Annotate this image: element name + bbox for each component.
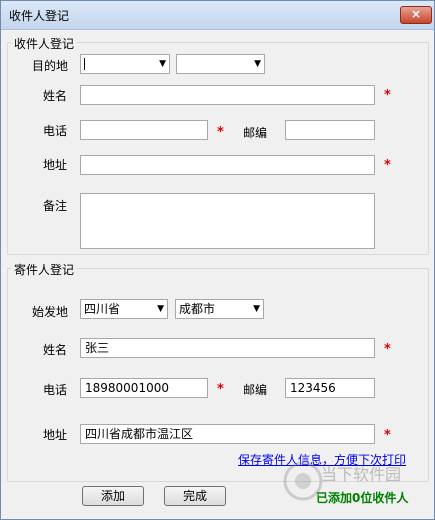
sender-address-input[interactable]: 四川省成都市温江区 <box>80 424 375 444</box>
recipient-note-label: 备注 <box>43 199 68 213</box>
recipient-address-label: 地址 <box>43 158 68 172</box>
required-mark: * <box>217 125 224 140</box>
title-bar[interactable]: 收件人登记 × <box>1 1 434 30</box>
required-mark: * <box>384 428 391 443</box>
recipient-group-label: 收件人登记 <box>11 35 78 52</box>
recipient-zip-input[interactable] <box>285 120 375 140</box>
close-icon[interactable]: × <box>400 6 432 24</box>
recipient-province-select[interactable]: ▼ <box>80 54 170 74</box>
recipient-city-select[interactable]: ▼ <box>176 54 265 74</box>
sender-name-input[interactable]: 张三 <box>80 338 375 358</box>
recipient-note-textarea[interactable] <box>80 193 375 249</box>
watermark-text: 当下软件园 <box>321 465 402 484</box>
recipient-zip-label: 邮编 <box>243 126 268 140</box>
chevron-down-icon[interactable]: ▼ <box>254 57 261 71</box>
sender-city-select[interactable]: 成都市 ▼ <box>175 299 264 319</box>
text-caret <box>84 58 85 70</box>
add-button[interactable]: 添加 <box>82 486 144 506</box>
required-mark: * <box>384 88 391 103</box>
sender-province-value: 四川省 <box>84 302 121 316</box>
chevron-down-icon[interactable]: ▼ <box>157 302 164 316</box>
dialog-window: 收件人登记 × 收件人登记 目的地 ▼ ▼ 姓名 * 电话 * 邮编 地址 * … <box>0 0 435 520</box>
chevron-down-icon[interactable]: ▼ <box>159 57 166 71</box>
sender-phone-input[interactable]: 18980001000 <box>80 378 208 398</box>
finish-button[interactable]: 完成 <box>164 486 226 506</box>
recipient-name-input[interactable] <box>80 85 375 105</box>
recipient-address-input[interactable] <box>80 155 375 175</box>
sender-zip-label: 邮编 <box>243 383 268 397</box>
sender-phone-label: 电话 <box>43 383 68 397</box>
sender-city-value: 成都市 <box>179 302 216 316</box>
recipient-phone-input[interactable] <box>80 120 208 140</box>
sender-address-label: 地址 <box>43 428 68 442</box>
chevron-down-icon[interactable]: ▼ <box>253 302 260 316</box>
recipient-name-label: 姓名 <box>43 89 68 103</box>
status-text: 已添加0位收件人 <box>316 491 409 505</box>
destination-label: 目的地 <box>32 59 69 73</box>
required-mark: * <box>217 382 224 397</box>
required-mark: * <box>384 158 391 173</box>
sender-group-label: 寄件人登记 <box>11 261 78 278</box>
recipient-phone-label: 电话 <box>43 124 68 138</box>
window-title: 收件人登记 <box>9 9 70 23</box>
required-mark: * <box>384 342 391 357</box>
sender-zip-input[interactable]: 123456 <box>285 378 375 398</box>
sender-name-label: 姓名 <box>43 343 68 357</box>
sender-province-select[interactable]: 四川省 ▼ <box>80 299 168 319</box>
origin-label: 始发地 <box>32 305 69 319</box>
